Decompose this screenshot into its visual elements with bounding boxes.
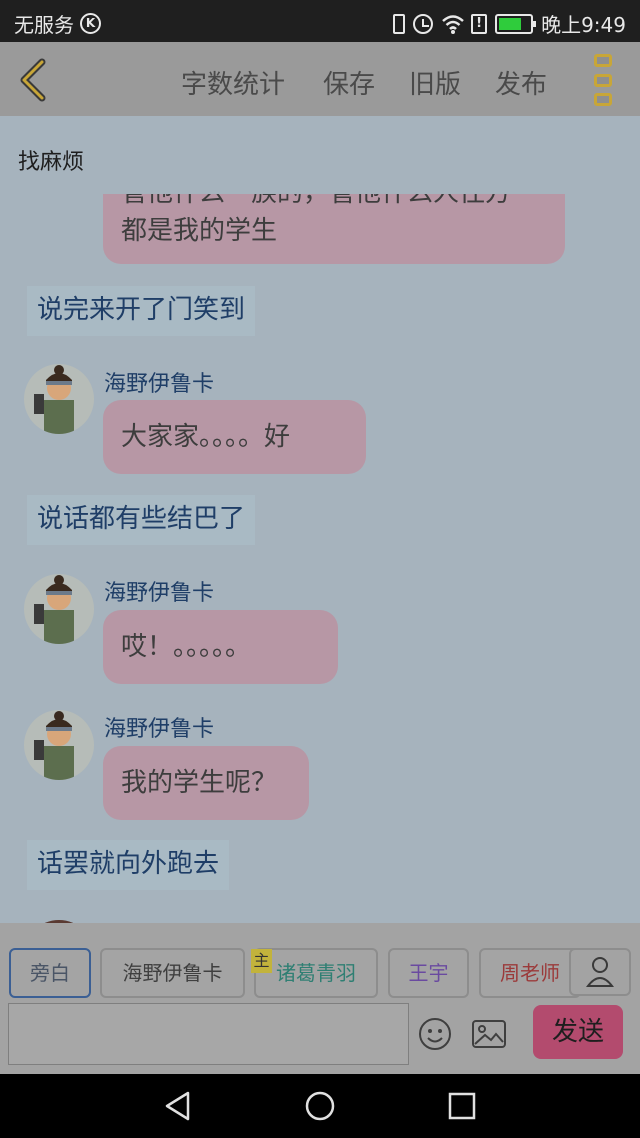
- speaker-name: 海野伊鲁卡: [104, 717, 215, 742]
- main-character-tag: 主: [251, 949, 272, 973]
- avatar[interactable]: [24, 574, 94, 644]
- editor-toolbar: 字数统计 保存 旧版 发布: [0, 42, 640, 116]
- message-bubble[interactable]: 哎！。。。。。: [103, 610, 338, 684]
- alarm-icon: [413, 13, 434, 34]
- more-vertical-icon[interactable]: [594, 54, 614, 106]
- old-version-button[interactable]: 旧版: [409, 64, 461, 101]
- character-chip-label: 周老师: [500, 961, 560, 985]
- save-button[interactable]: 保存: [323, 64, 375, 101]
- status-bar: 无服务 K ! 晚上9:49: [0, 0, 640, 42]
- avatar[interactable]: [24, 364, 94, 434]
- person-icon[interactable]: [569, 948, 631, 996]
- message-list[interactable]: 管他什么一族的，管他什么人往方 都是我的学生 说完来开了门笑到 海野伊鲁卡 大家…: [0, 194, 640, 923]
- avatar[interactable]: [24, 710, 94, 780]
- chat-content: 找麻烦 管他什么一族的，管他什么人往方 都是我的学生 说完来开了门笑到 海野伊鲁…: [0, 116, 640, 923]
- message-input[interactable]: [8, 1003, 409, 1065]
- narration-item[interactable]: 话罢就向外跑去: [27, 840, 230, 890]
- message-bubble[interactable]: 管他什么一族的，管他什么人往方 都是我的学生: [103, 194, 565, 264]
- battery-icon: [495, 13, 537, 34]
- narration-item[interactable]: 说完来开了门笑到: [27, 286, 256, 336]
- clock-label: 晚上9:49: [541, 13, 626, 37]
- system-nav-bar: [0, 1074, 640, 1138]
- story-title: 找麻烦: [18, 150, 85, 175]
- input-bar: 发送: [0, 1000, 640, 1074]
- character-chip-narration[interactable]: 旁白: [9, 948, 91, 998]
- character-chip-label: 王宇: [408, 961, 449, 985]
- character-chip-label: 海野伊鲁卡: [122, 961, 223, 985]
- sim-alert-icon: !: [471, 13, 488, 34]
- carrier-label: 无服务: [14, 13, 74, 37]
- speaker-name: 海野伊鲁卡: [104, 581, 215, 606]
- message-bubble[interactable]: 我的学生呢？: [103, 746, 309, 820]
- character-chip-teacher-zhou[interactable]: 周老师: [479, 948, 581, 998]
- character-chip-zhuge[interactable]: 诸葛青羽: [254, 948, 378, 998]
- character-chip-label: 旁白: [30, 961, 70, 985]
- wifi-icon: [441, 13, 464, 35]
- image-icon[interactable]: [472, 1020, 506, 1048]
- word-count-button[interactable]: 字数统计: [181, 64, 285, 101]
- narration-item[interactable]: 说话都有些结巴了: [27, 495, 256, 545]
- vibrate-icon: [393, 13, 406, 34]
- nav-recents-icon[interactable]: [446, 1090, 478, 1122]
- send-button[interactable]: 发送: [533, 1005, 623, 1059]
- message-text: 管他什么一族的，管他什么人往方: [121, 194, 511, 209]
- message-bubble[interactable]: 大家家。。。。好: [103, 400, 366, 474]
- nav-back-icon[interactable]: [162, 1090, 194, 1122]
- k-logo-icon: K: [80, 13, 101, 34]
- character-chip-iruka[interactable]: 海野伊鲁卡: [100, 948, 245, 998]
- publish-button[interactable]: 发布: [495, 64, 547, 101]
- nav-home-icon[interactable]: [304, 1090, 336, 1122]
- emoji-icon[interactable]: [418, 1017, 452, 1051]
- chevron-left-icon[interactable]: [14, 58, 54, 102]
- message-text: 都是我的学生: [121, 216, 278, 246]
- character-chip-wangyu[interactable]: 王宇: [388, 948, 469, 998]
- character-chip-label: 诸葛青羽: [276, 961, 356, 985]
- speaker-name: 海野伊鲁卡: [104, 372, 215, 397]
